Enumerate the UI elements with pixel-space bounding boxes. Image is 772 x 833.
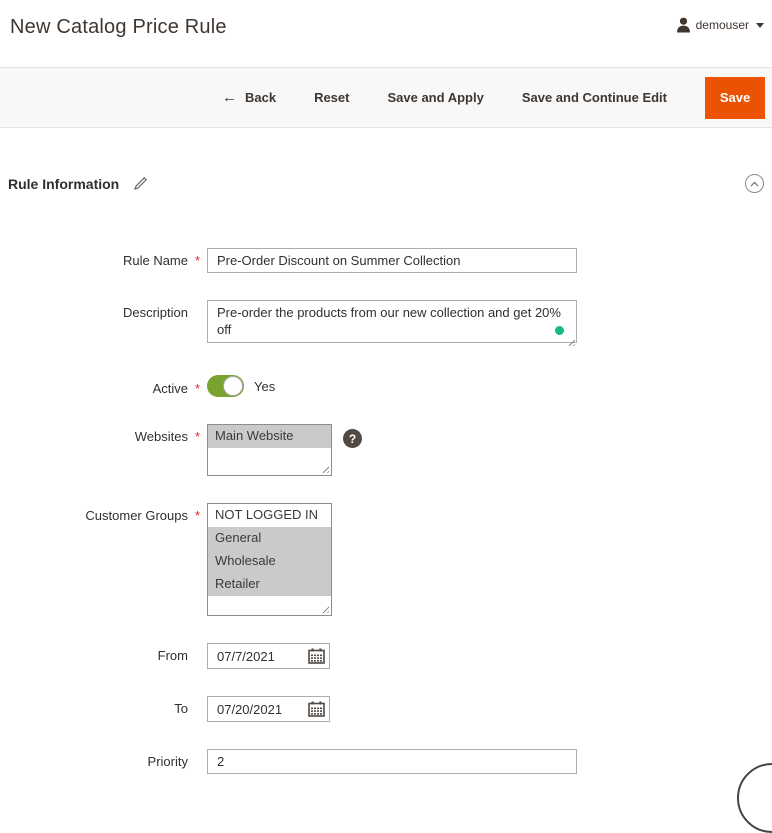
- active-state-label: Yes: [254, 379, 275, 394]
- websites-label: Websites: [0, 424, 188, 476]
- collapse-section-button[interactable]: [745, 174, 764, 193]
- required-marker: *: [188, 424, 207, 476]
- customer-groups-option-retailer[interactable]: Retailer: [208, 573, 331, 596]
- priority-label: Priority: [0, 749, 188, 774]
- reset-button-label: Reset: [314, 90, 349, 105]
- from-date-label: From: [0, 643, 188, 669]
- save-and-apply-label: Save and Apply: [387, 90, 483, 105]
- to-date-label: To: [0, 696, 188, 722]
- back-arrow-icon: ←: [222, 89, 237, 106]
- active-label: Active: [0, 376, 188, 396]
- description-row: Description Pre-order the products from …: [0, 300, 772, 348]
- reset-button[interactable]: Reset: [314, 90, 349, 105]
- user-menu[interactable]: demouser: [676, 17, 764, 33]
- required-marker: *: [188, 503, 207, 616]
- section-title: Rule Information: [8, 176, 119, 192]
- from-date-row: From: [0, 643, 772, 669]
- rule-information-section-header: Rule Information: [8, 174, 764, 193]
- customer-groups-option-wholesale[interactable]: Wholesale: [208, 550, 331, 573]
- back-button-label: Back: [245, 90, 276, 105]
- customer-groups-label: Customer Groups: [0, 503, 188, 616]
- priority-row: Priority: [0, 749, 772, 774]
- help-icon[interactable]: ?: [343, 429, 362, 448]
- user-icon: [676, 17, 691, 33]
- active-row: Active * Yes: [0, 375, 772, 397]
- page-header: New Catalog Price Rule demouser: [0, 0, 772, 67]
- action-toolbar: ← Back Reset Save and Apply Save and Con…: [0, 67, 772, 128]
- to-date-row: To: [0, 696, 772, 722]
- status-dot-icon: [555, 326, 564, 335]
- from-date-calendar-button[interactable]: [308, 648, 325, 664]
- websites-row: Websites * Main Website ?: [0, 424, 772, 476]
- calendar-icon: [308, 701, 325, 717]
- priority-input[interactable]: [207, 749, 577, 774]
- user-name: demouser: [696, 18, 749, 32]
- page-title: New Catalog Price Rule: [10, 16, 762, 39]
- rule-name-input[interactable]: [207, 248, 577, 273]
- description-label: Description: [0, 300, 188, 348]
- resize-handle-icon[interactable]: [320, 464, 329, 473]
- rule-name-row: Rule Name *: [0, 248, 772, 273]
- edit-pencil-icon[interactable]: [133, 176, 148, 191]
- rule-name-label: Rule Name: [0, 248, 188, 273]
- rule-information-form: Rule Name * Description Pre-order the pr…: [0, 248, 772, 774]
- active-toggle[interactable]: [207, 375, 244, 397]
- resize-handle-icon[interactable]: [320, 604, 329, 613]
- back-button[interactable]: ← Back: [222, 89, 276, 106]
- customer-groups-multiselect[interactable]: NOT LOGGED IN General Wholesale Retailer: [207, 503, 332, 616]
- save-and-continue-label: Save and Continue Edit: [522, 90, 667, 105]
- customer-groups-option-general[interactable]: General: [208, 527, 331, 550]
- required-marker: *: [188, 376, 207, 396]
- to-date-calendar-button[interactable]: [308, 701, 325, 717]
- toggle-knob: [223, 376, 243, 396]
- save-and-apply-button[interactable]: Save and Apply: [387, 90, 483, 105]
- caret-down-icon: [756, 23, 764, 28]
- save-and-continue-button[interactable]: Save and Continue Edit: [522, 90, 667, 105]
- required-marker: *: [188, 248, 207, 273]
- chevron-up-icon: [750, 181, 759, 187]
- customer-groups-row: Customer Groups * NOT LOGGED IN General …: [0, 503, 772, 616]
- save-button[interactable]: Save: [705, 77, 765, 119]
- calendar-icon: [308, 648, 325, 664]
- websites-multiselect[interactable]: Main Website: [207, 424, 332, 476]
- websites-option-main-website[interactable]: Main Website: [208, 425, 331, 448]
- customer-groups-option-not-logged-in[interactable]: NOT LOGGED IN: [208, 504, 331, 527]
- description-textarea[interactable]: Pre-order the products from our new coll…: [207, 300, 577, 343]
